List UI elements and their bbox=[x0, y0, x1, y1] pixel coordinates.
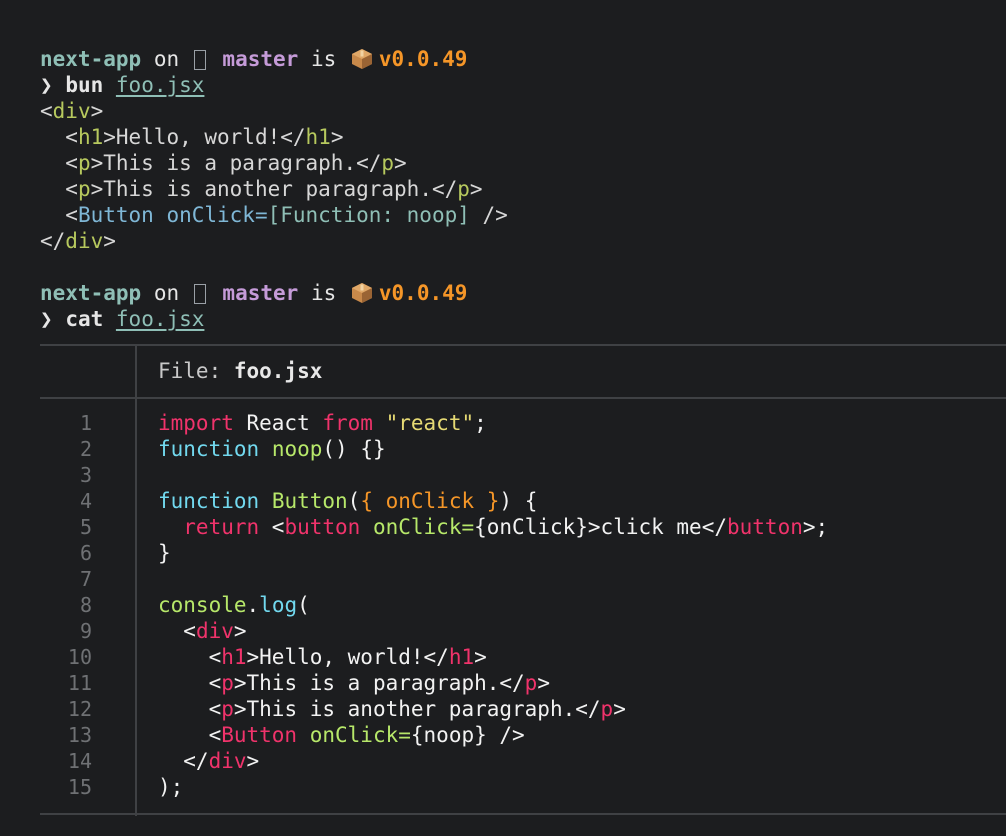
code-line: function noop() {} bbox=[158, 437, 386, 461]
prompt-branch: master bbox=[222, 281, 299, 305]
code-line: console.log( bbox=[158, 593, 310, 617]
line-number: 3 bbox=[79, 463, 92, 487]
git-branch-icon bbox=[193, 284, 206, 304]
line-number: 8 bbox=[79, 593, 92, 617]
file-header: File: foo.jsx bbox=[158, 359, 323, 383]
code-line: return <button onClick={onClick}>click m… bbox=[158, 515, 829, 539]
terminal-window[interactable]: next-app on master is v0.0.49 ❯ bun foo.… bbox=[0, 0, 1006, 836]
line-number: 14 bbox=[67, 749, 92, 773]
code-line: <p>This is a paragraph.</p> bbox=[158, 671, 550, 695]
line-number: 13 bbox=[67, 723, 92, 747]
output-line: <p>This is another paragraph.</p> bbox=[40, 177, 483, 201]
command-line-2: ❯ cat foo.jsx bbox=[40, 306, 204, 332]
prompt-arrow-icon: ❯ bbox=[40, 73, 53, 97]
line-number: 10 bbox=[67, 645, 92, 669]
git-branch-icon bbox=[193, 50, 206, 70]
output-line: <p>This is a paragraph.</p> bbox=[40, 151, 407, 175]
output-line: </div> bbox=[40, 229, 116, 253]
output-line: <div> bbox=[40, 99, 104, 123]
prompt-branch: master bbox=[222, 47, 299, 71]
line-number: 11 bbox=[67, 671, 92, 695]
command-argument[interactable]: foo.jsx bbox=[116, 73, 205, 97]
gutter-separator bbox=[135, 346, 137, 816]
line-number: 15 bbox=[67, 775, 92, 799]
line-number: 5 bbox=[79, 515, 92, 539]
shell-prompt-1: next-app on master is v0.0.49 bbox=[40, 46, 467, 72]
file-header-border bbox=[40, 397, 1006, 399]
code-line: <h1>Hello, world!</h1> bbox=[158, 645, 487, 669]
code-line: ); bbox=[158, 775, 184, 799]
prompt-directory: next-app bbox=[40, 281, 142, 305]
line-number: 2 bbox=[79, 437, 92, 461]
code-line: <Button onClick={noop} /> bbox=[158, 723, 525, 747]
package-icon bbox=[351, 49, 372, 69]
code-line: <p>This is another paragraph.</p> bbox=[158, 697, 626, 721]
code-line: </div> bbox=[158, 749, 260, 773]
prompt-on-text: on bbox=[153, 281, 180, 305]
prompt-version: v0.0.49 bbox=[378, 281, 468, 305]
file-view-bottom-border bbox=[40, 813, 1006, 815]
line-number: 6 bbox=[79, 541, 92, 565]
command-name: cat bbox=[65, 307, 104, 331]
prompt-version: v0.0.49 bbox=[378, 47, 468, 71]
command-line-1: ❯ bun foo.jsx bbox=[40, 72, 204, 98]
output-line: <Button onClick=[Function: noop] /> bbox=[40, 203, 508, 227]
code-line: import React from "react"; bbox=[158, 411, 487, 435]
code-line: <div> bbox=[158, 619, 247, 643]
command-name: bun bbox=[65, 73, 104, 97]
code-line: } bbox=[158, 541, 171, 565]
line-number: 4 bbox=[79, 489, 92, 513]
line-number: 9 bbox=[79, 619, 92, 643]
prompt-is-text: is bbox=[310, 281, 337, 305]
prompt-arrow-icon: ❯ bbox=[40, 307, 53, 331]
line-number: 7 bbox=[79, 567, 92, 591]
file-name: foo.jsx bbox=[233, 359, 323, 383]
package-icon bbox=[351, 283, 372, 303]
line-number: 12 bbox=[67, 697, 92, 721]
output-line: <h1>Hello, world!</h1> bbox=[40, 125, 344, 149]
line-number: 1 bbox=[79, 411, 92, 435]
prompt-is-text: is bbox=[310, 47, 337, 71]
file-view-top-border bbox=[40, 344, 1006, 346]
shell-prompt-2: next-app on master is v0.0.49 bbox=[40, 280, 467, 306]
prompt-directory: next-app bbox=[40, 47, 142, 71]
code-line: function Button({ onClick }) { bbox=[158, 489, 538, 513]
prompt-on-text: on bbox=[153, 47, 180, 71]
command-argument[interactable]: foo.jsx bbox=[116, 307, 205, 331]
